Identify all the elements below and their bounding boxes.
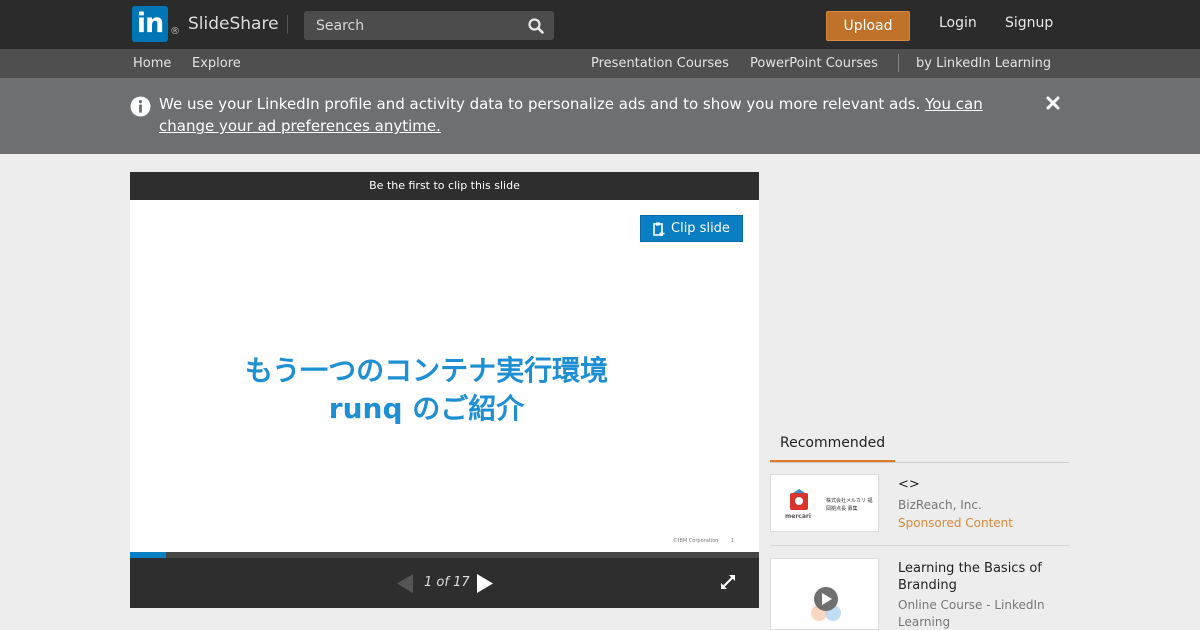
previous-slide-icon[interactable] — [395, 573, 415, 594]
recommended-author: Online Course - LinkedIn Learning — [898, 598, 1045, 629]
slide-viewport[interactable]: Clip slide もう一つのコンテナ実行環境 runq のご紹介 ©IBM … — [130, 200, 759, 544]
recommended-tab[interactable]: Recommended — [770, 435, 895, 463]
clip-bar: Be the first to clip this slide — [130, 172, 759, 200]
linkedin-logo[interactable]: in — [132, 6, 168, 42]
mercari-logo-icon — [790, 489, 808, 510]
nav-linkedin-learning[interactable]: by LinkedIn Learning — [916, 56, 1051, 71]
registered-mark: ® — [170, 26, 180, 37]
recommended-thumbnail[interactable]: mercari 株式会社メルカリ 福岡拠点長 募集 — [770, 474, 879, 532]
close-icon[interactable] — [1046, 96, 1060, 110]
clip-slide-label: Clip slide — [671, 221, 730, 236]
recommended-item[interactable]: Learning the Basics of Branding Online C… — [770, 558, 1069, 630]
clip-slide-button[interactable]: Clip slide — [640, 215, 743, 242]
recommended-title[interactable]: Learning the Basics of Branding — [898, 560, 1068, 594]
info-icon — [130, 96, 151, 117]
sponsored-badge: Sponsored Content — [898, 516, 1013, 530]
header-divider — [287, 15, 288, 34]
nav-home[interactable]: Home — [133, 56, 171, 71]
top-bar: in ® SlideShare Upload Login Signup — [0, 0, 1200, 49]
recommended-author: BizReach, Inc. — [898, 498, 982, 512]
slide-title-line-1: もう一つのコンテナ実行環境 — [244, 354, 609, 387]
page-indicator: 1 of 17 — [424, 575, 470, 590]
ad-notice-text: We use your LinkedIn profile and activit… — [159, 93, 1019, 137]
signup-link[interactable]: Signup — [1005, 15, 1053, 31]
secondary-nav: Home Explore Presentation Courses PowerP… — [0, 49, 1200, 78]
slide-player: Be the first to clip this slide Clip sli… — [130, 172, 759, 608]
slide-footer: ©IBM Corporation — [673, 538, 719, 544]
clip-icon — [653, 222, 665, 236]
slide-title-line-2: runq のご紹介 — [328, 392, 525, 425]
nav-presentation-courses[interactable]: Presentation Courses — [591, 56, 729, 71]
slide-page-number: 1 — [731, 538, 735, 544]
fullscreen-icon[interactable] — [720, 574, 736, 590]
recommended-divider — [770, 462, 1069, 463]
course-thumbnail-icon — [811, 587, 841, 621]
recommended-thumbnail[interactable] — [770, 558, 879, 630]
nav-explore[interactable]: Explore — [192, 56, 241, 71]
login-link[interactable]: Login — [939, 15, 977, 31]
search-icon[interactable] — [526, 16, 546, 36]
search-box — [304, 11, 554, 40]
brand-name[interactable]: SlideShare — [188, 14, 279, 34]
thumbnail-caption: 株式会社メルカリ 福岡拠点長 募集 — [826, 498, 873, 512]
next-slide-icon[interactable] — [475, 573, 495, 594]
search-input[interactable] — [304, 11, 522, 40]
slide-title: もう一つのコンテナ実行環境 runq のご紹介 — [130, 352, 723, 428]
nav-powerpoint-courses[interactable]: PowerPoint Courses — [750, 56, 878, 71]
player-controls: 1 of 17 — [130, 558, 759, 608]
upload-button[interactable]: Upload — [826, 11, 910, 41]
recommended-item[interactable]: mercari 株式会社メルカリ 福岡拠点長 募集 <> BizReach, I… — [770, 474, 1069, 546]
recommended-title[interactable]: <> — [898, 476, 1068, 493]
ad-notice-message: We use your LinkedIn profile and activit… — [159, 95, 926, 113]
thumbnail-brand: mercari — [785, 513, 811, 520]
nav-divider — [898, 54, 899, 72]
